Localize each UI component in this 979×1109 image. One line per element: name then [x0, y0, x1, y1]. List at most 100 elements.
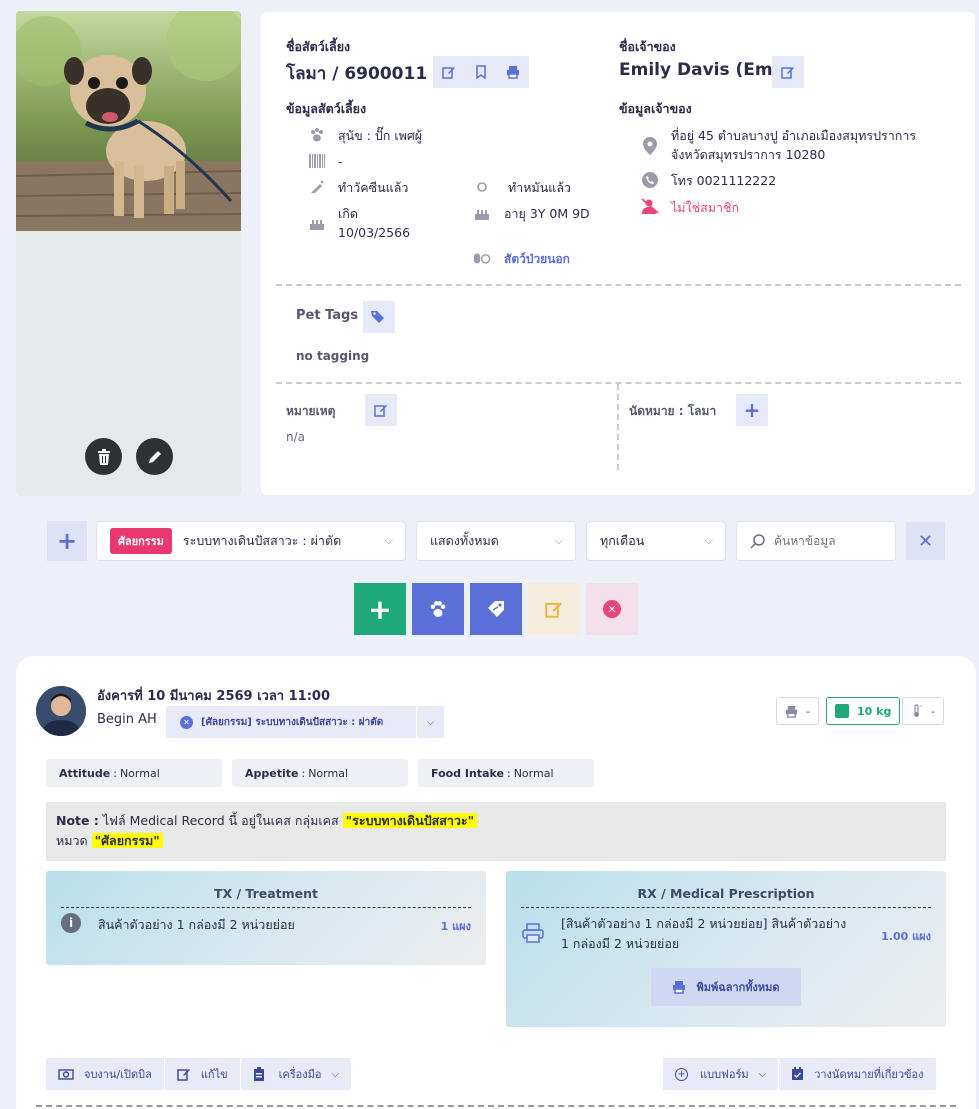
info-icon[interactable]: i	[61, 913, 81, 933]
pet-photo-panel	[16, 11, 241, 496]
print-chip[interactable]: -	[776, 697, 819, 725]
note-category-prefix: หมวด	[56, 833, 88, 848]
print-value: -	[806, 704, 810, 718]
owner-name-label: ชื่อเจ้าของ	[619, 39, 676, 54]
record-actions-right: + แบบฟอร์ม ⌵ วางนัดหมายที่เกี่ยวข้อง	[663, 1058, 936, 1090]
edit-button[interactable]: แก้ไข	[164, 1058, 241, 1090]
add-tag-button[interactable]	[363, 301, 395, 333]
search-field[interactable]	[736, 521, 896, 561]
treatment-item: สินค้าตัวอย่าง 1 กล่องมี 2 หน่วยย่อย	[98, 917, 295, 932]
note-text: ไฟล์ Medical Record นี้ อยู่ในเคส กลุ่มเ…	[102, 813, 339, 828]
pills-icon	[473, 249, 491, 267]
pet-tags-label: Pet Tags	[296, 308, 359, 323]
camera-icon	[58, 1069, 74, 1080]
case-select[interactable]: ศัลยกรรม ระบบทางเดินปัสสาวะ : ผ่าตัด ⌵	[96, 521, 406, 561]
edit-note-button[interactable]	[365, 394, 397, 426]
search-input[interactable]	[774, 534, 884, 548]
appetite-chip: Appetite : Normal	[232, 759, 408, 787]
edit-record-button[interactable]	[528, 583, 580, 635]
location-pin-icon	[641, 137, 659, 155]
tools-button[interactable]: เครื่องมือ ⌵	[240, 1058, 352, 1090]
print-label-icon[interactable]	[522, 923, 544, 947]
temperature-chip[interactable]: ° -	[902, 697, 944, 725]
non-member-icon	[641, 197, 659, 215]
record-note: Note : ไฟล์ Medical Record นี้ อยู่ในเคส…	[46, 802, 946, 861]
appointment-label: นัดหมาย : โลมา	[629, 404, 717, 418]
record-datetime: อังคารที่ 10 มีนาคม 2569 เวลา 11:00	[97, 689, 331, 704]
note-value: n/a	[286, 430, 306, 444]
weight-value: 10 kg	[857, 704, 892, 718]
owner-member-status: ไม่ใช่สมาชิก	[671, 200, 740, 215]
attitude-label: Attitude	[59, 766, 111, 780]
prescription-title: RX / Medical Prescription	[637, 886, 815, 901]
month-select[interactable]: ทุกเดือน ⌵	[586, 521, 726, 561]
svg-text:°: °	[920, 705, 923, 711]
treatment-title: TX / Treatment	[213, 886, 319, 901]
related-appointment-button[interactable]: วางนัดหมายที่เกี่ยวข้อง	[779, 1058, 936, 1090]
printer-icon	[507, 66, 519, 79]
pet-photo	[16, 11, 241, 231]
prescription-item-line1: [สินค้าตัวอย่าง 1 กล่องมี 2 หน่วยย่อย] ส…	[561, 916, 847, 931]
pet-name: โลมา / 6900011	[286, 64, 428, 84]
edit-owner-button[interactable]	[772, 56, 804, 88]
add-appointment-button[interactable]: +	[736, 394, 768, 426]
chevron-down-icon: ⌵	[331, 1068, 340, 1080]
tag-icon	[488, 601, 504, 617]
bookmark-button[interactable]	[465, 56, 497, 88]
edit-pet-button[interactable]	[433, 56, 465, 88]
add-record-button[interactable]: +	[47, 521, 87, 561]
cake-icon	[308, 214, 326, 232]
divider	[617, 384, 619, 470]
billing-button[interactable]: จบงาน/เปิดบิล	[46, 1058, 165, 1090]
calendar-check-icon	[792, 1067, 804, 1080]
pet-name-label: ชื่อสัตว์เลี้ยง	[286, 39, 351, 54]
pencil-icon	[148, 450, 161, 463]
phone-icon	[641, 171, 659, 189]
food-intake-label: Food Intake	[431, 766, 504, 780]
case-tag-button[interactable]: ✕ [ศัลยกรรม] ระบบทางเดินปัสสาวะ : ผ่าตัด…	[166, 706, 444, 738]
weight-chip[interactable]: 10 kg	[826, 697, 901, 725]
paw-icon	[308, 126, 326, 144]
attitude-value: Normal	[119, 766, 160, 780]
bookmark-icon	[476, 65, 486, 79]
barcode-icon	[308, 152, 326, 170]
edit-label: แก้ไข	[200, 1068, 228, 1081]
edit-icon	[545, 602, 562, 618]
owner-info-label: ข้อมูลเจ้าของ	[619, 101, 692, 116]
record-doctor: Begin AH	[97, 712, 157, 727]
edit-icon	[374, 405, 387, 417]
owner-address-line1: ที่อยู่ 45 ตำบลบางปู อำเภอเมืองสมุทรปราก…	[671, 128, 917, 143]
edit-icon	[177, 1069, 190, 1081]
edit-photo-button[interactable]	[136, 438, 173, 475]
neutered-icon	[473, 178, 491, 196]
cancel-record-button[interactable]: ✕	[586, 583, 638, 635]
pet-neutered: ทำหมันแล้ว	[508, 180, 572, 195]
month-select-value: ทุกเดือน	[600, 533, 645, 548]
print-pet-button[interactable]	[497, 56, 529, 88]
print-all-label: พิมพ์ฉลากทั้งหมด	[696, 981, 780, 994]
vaccine-tag-button[interactable]	[470, 583, 522, 635]
pet-age: อายุ 3Y 0M 9D	[504, 206, 590, 221]
edit-icon	[442, 67, 455, 79]
pet-record-button[interactable]	[412, 583, 464, 635]
delete-button[interactable]	[85, 438, 122, 475]
print-all-labels-button[interactable]: พิมพ์ฉลากทั้งหมด	[651, 968, 801, 1006]
temperature-value: -	[931, 704, 935, 718]
close-circle-icon: ✕	[180, 715, 193, 729]
prescription-item-line2: 1 กล่องมี 2 หน่วยย่อย	[561, 936, 680, 951]
plus-icon: +	[56, 527, 78, 555]
new-record-button[interactable]: +	[354, 583, 406, 635]
record-actions-left: จบงาน/เปิดบิล แก้ไข เครื่องมือ ⌵	[46, 1058, 352, 1090]
clear-filter-button[interactable]: ✕	[906, 522, 945, 560]
show-select[interactable]: แสดงทั้งหมด ⌵	[416, 521, 576, 561]
chevron-down-icon: ⌵	[704, 534, 713, 547]
case-select-value: ระบบทางเดินปัสสาวะ : ผ่าตัด	[182, 533, 342, 548]
close-circle-icon: ✕	[603, 600, 621, 618]
pet-birth-date: 10/03/2566	[338, 225, 411, 240]
printer-icon	[785, 705, 798, 718]
note-label: หมายเหตุ	[286, 404, 336, 418]
pet-patient-type[interactable]: สัตว์ป่วยนอก	[504, 250, 570, 269]
note-prefix: Note :	[56, 813, 99, 828]
case-tag-label: [ศัลยกรรม] ระบบทางเดินปัสสาวะ : ผ่าตัด	[201, 716, 384, 728]
form-button[interactable]: + แบบฟอร์ม ⌵	[663, 1058, 780, 1090]
